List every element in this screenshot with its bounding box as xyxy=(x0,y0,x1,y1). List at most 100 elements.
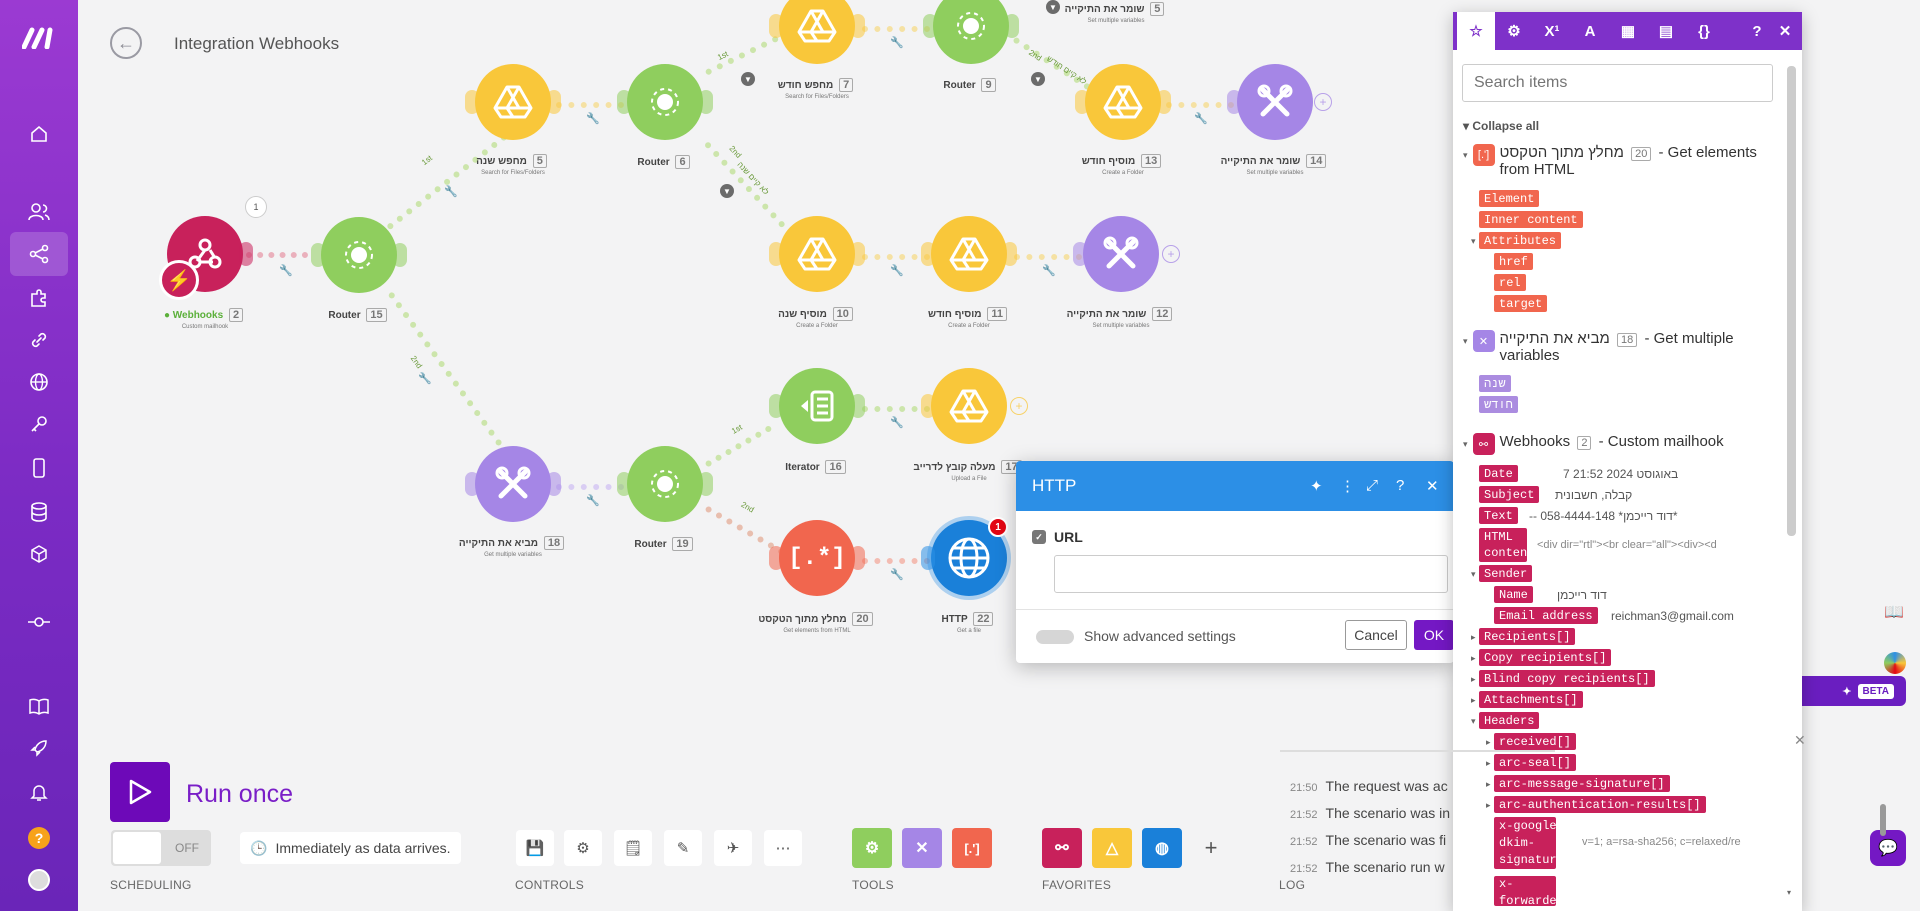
mapper-search-input[interactable] xyxy=(1462,64,1773,102)
wrench-icon[interactable]: 🔧 xyxy=(890,568,904,581)
map-item[interactable]: received[] xyxy=(1494,733,1577,750)
ok-button[interactable]: OK xyxy=(1414,620,1454,650)
map-item[interactable]: href xyxy=(1494,253,1533,270)
book-icon[interactable]: 📖 xyxy=(1884,602,1904,622)
log-row[interactable]: 21:50 The request was ac xyxy=(1290,778,1448,794)
help-icon[interactable]: ? xyxy=(1396,477,1404,494)
save-icon[interactable]: 💾 xyxy=(516,830,554,866)
database-icon[interactable] xyxy=(20,496,58,528)
wrench-icon[interactable]: 🔧 xyxy=(418,372,432,385)
filter-icon[interactable]: ▼ xyxy=(720,184,734,198)
book-icon[interactable] xyxy=(20,690,58,722)
map-item[interactable]: Email address xyxy=(1494,607,1598,624)
make-logo-icon[interactable] xyxy=(20,22,58,54)
globe-icon[interactable] xyxy=(20,366,58,398)
airplane-icon[interactable]: ✈ xyxy=(714,830,752,866)
ai-assistant-beta-button[interactable]: ✦ BETA xyxy=(1792,676,1906,706)
search-year-node[interactable] xyxy=(465,64,561,140)
run-once-button[interactable] xyxy=(110,762,170,822)
add-year-node[interactable] xyxy=(769,216,865,292)
add-module-button[interactable]: + xyxy=(1314,93,1332,111)
add-month-node[interactable] xyxy=(1075,64,1171,140)
map-item[interactable]: HTML content xyxy=(1479,528,1534,562)
module-header[interactable]: ▾ ⚯ Webhooks 2 - Custom mailhook xyxy=(1463,433,1783,455)
map-item[interactable]: Sender xyxy=(1479,565,1533,582)
bring-folder-node[interactable] xyxy=(465,446,561,522)
mapper-scrollbar[interactable] xyxy=(1787,66,1796,536)
home-icon[interactable] xyxy=(20,118,58,150)
json-tab-icon[interactable]: {} xyxy=(1685,12,1723,50)
add-favorite-icon[interactable]: + xyxy=(1192,830,1230,866)
wrench-icon[interactable]: 🔧 xyxy=(890,416,904,429)
device-icon[interactable] xyxy=(20,452,58,484)
map-item[interactable]: Date xyxy=(1479,465,1518,482)
share-icon[interactable] xyxy=(10,232,68,276)
wrench-icon[interactable]: 🔧 xyxy=(586,494,600,507)
map-item[interactable]: חודש xyxy=(1479,396,1518,413)
log-row[interactable]: 21:52 The scenario was fi xyxy=(1290,832,1446,848)
cube-icon[interactable] xyxy=(20,538,58,570)
log-row[interactable]: 21:52 The scenario run w xyxy=(1290,859,1445,875)
tool-text-parser-icon[interactable]: [.'] xyxy=(952,828,992,868)
advanced-settings-toggle[interactable] xyxy=(1036,630,1074,644)
gear-tab-icon[interactable]: ⚙ xyxy=(1495,12,1533,50)
note-icon[interactable]: 🗒 xyxy=(614,830,652,866)
map-item[interactable]: Headers xyxy=(1479,712,1540,729)
tool-tools-icon[interactable]: ✕ xyxy=(902,828,942,868)
router-node[interactable] xyxy=(311,217,407,293)
more-icon[interactable]: ⋯ xyxy=(764,830,802,866)
users-icon[interactable] xyxy=(20,196,58,228)
map-item[interactable]: Inner content xyxy=(1479,211,1583,228)
map-item[interactable]: Recipients[] xyxy=(1479,628,1576,645)
upload-node[interactable] xyxy=(921,368,1007,444)
wrench-icon[interactable]: 🔧 xyxy=(890,36,904,49)
map-item[interactable]: rel xyxy=(1494,274,1526,291)
add-module-button[interactable]: + xyxy=(1162,245,1180,263)
rocket-icon[interactable] xyxy=(20,732,58,764)
date-tab-icon[interactable]: ▦ xyxy=(1609,12,1647,50)
avatar-icon[interactable] xyxy=(20,864,58,896)
close-icon[interactable]: ✕ xyxy=(1426,477,1439,495)
map-item[interactable]: Name xyxy=(1494,586,1533,603)
log-row[interactable]: 21:52 The scenario was in xyxy=(1290,805,1450,821)
back-button[interactable]: ← xyxy=(110,27,142,59)
favorites-tab-icon[interactable]: ☆ xyxy=(1457,12,1495,50)
array-tab-icon[interactable]: ▤ xyxy=(1647,12,1685,50)
collapse-all-button[interactable]: ▾ Collapse all xyxy=(1463,119,1539,133)
gear-icon[interactable]: ⚙ xyxy=(564,830,602,866)
map-item[interactable]: Attributes xyxy=(1479,232,1562,249)
map-item[interactable]: Blind copy recipients[] xyxy=(1479,670,1655,687)
add-month-node[interactable] xyxy=(921,216,1017,292)
ai-sparkle-icon[interactable]: ✦ xyxy=(1310,477,1323,495)
router-node[interactable] xyxy=(617,64,713,140)
add-module-button[interactable]: + xyxy=(1010,397,1028,415)
html-extract-node[interactable]: [.*] xyxy=(769,520,865,596)
router-node[interactable] xyxy=(617,446,713,522)
iterator-node[interactable] xyxy=(769,368,865,444)
map-item[interactable]: Element xyxy=(1479,190,1540,207)
puzzle-icon[interactable] xyxy=(20,282,58,314)
close-log-icon[interactable]: ✕ xyxy=(1794,732,1806,749)
url-input[interactable] xyxy=(1054,555,1448,593)
key-icon[interactable] xyxy=(20,408,58,440)
map-item[interactable]: Subject xyxy=(1479,486,1540,503)
wrench-icon[interactable]: 🔧 xyxy=(890,264,904,277)
wrench-icon[interactable]: 🔧 xyxy=(444,185,458,198)
map-item[interactable]: Text xyxy=(1479,507,1518,524)
bell-icon[interactable] xyxy=(20,776,58,808)
text-tab-icon[interactable]: A xyxy=(1571,12,1609,50)
wrench-icon[interactable]: 🔧 xyxy=(586,112,600,125)
help-icon[interactable]: ? xyxy=(20,822,58,854)
map-item[interactable]: Attachments[] xyxy=(1479,691,1583,708)
map-item[interactable]: target xyxy=(1494,295,1548,312)
wrench-icon[interactable]: 🔧 xyxy=(279,264,293,277)
favorite-http-icon[interactable]: ◍ xyxy=(1142,828,1182,868)
router-node[interactable] xyxy=(923,0,1019,64)
help-icon[interactable]: ? xyxy=(1743,12,1771,50)
favorite-webhooks-icon[interactable]: ⚯ xyxy=(1042,828,1082,868)
close-icon[interactable]: ✕ xyxy=(1771,12,1799,50)
link-icon[interactable] xyxy=(20,324,58,356)
save-var-node[interactable] xyxy=(1227,64,1313,140)
wrench-icon[interactable]: 🔧 xyxy=(1042,264,1056,277)
math-tab-icon[interactable]: X¹ xyxy=(1533,12,1571,50)
